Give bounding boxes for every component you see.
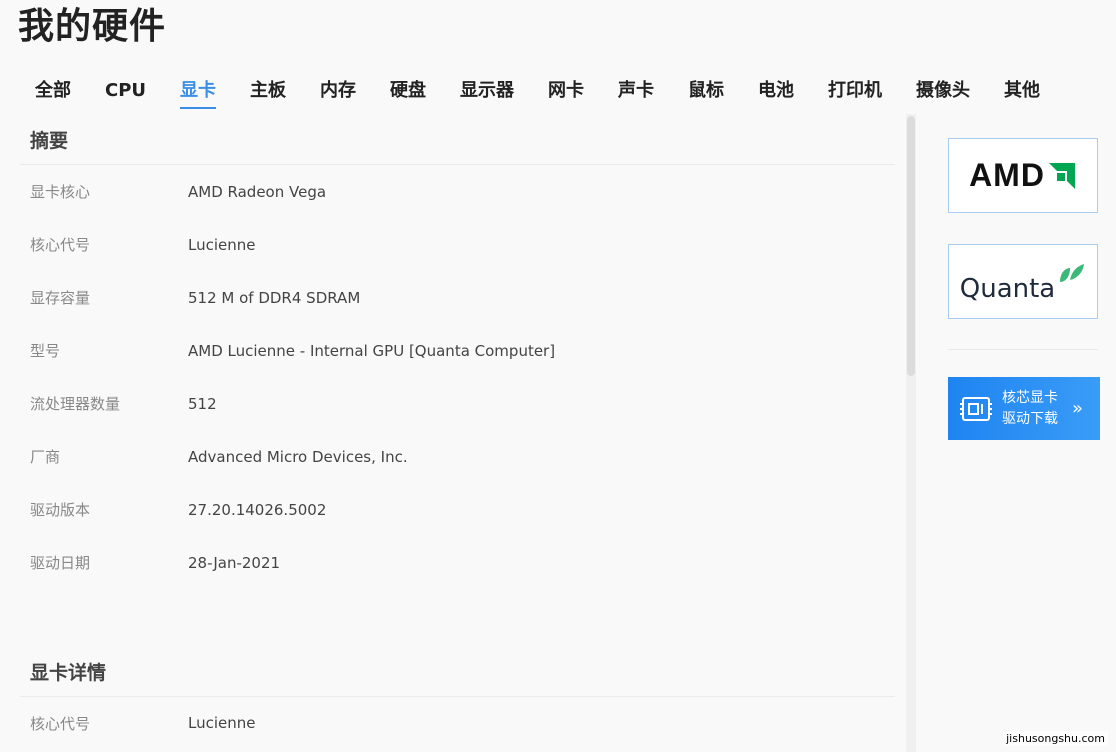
tab-camera[interactable]: 摄像头 — [899, 78, 987, 104]
tab-graphics[interactable]: 显卡 — [163, 78, 233, 109]
tab-memory[interactable]: 内存 — [303, 78, 373, 104]
tab-printer[interactable]: 打印机 — [811, 78, 899, 104]
info-value: AMD Lucienne - Internal GPU [Quanta Comp… — [188, 341, 556, 360]
info-row: 型号 AMD Lucienne - Internal GPU [Quanta C… — [20, 324, 895, 377]
info-row: 驱动版本 27.20.14026.5002 — [20, 483, 895, 536]
promo-line1: 核芯显卡 — [1002, 389, 1058, 406]
info-label: 驱动日期 — [30, 554, 91, 572]
summary-section: 摘要 显卡核心 AMD Radeon Vega 核心代号 Lucienne 显存… — [20, 118, 895, 589]
section-title-summary: 摘要 — [20, 118, 895, 165]
hardware-page: 我的硬件 全部 CPU 显卡 主板 内存 硬盘 显示器 网卡 声卡 鼠标 电池 … — [0, 0, 1116, 752]
info-row: 驱动日期 28-Jan-2021 — [20, 536, 895, 589]
tab-cpu[interactable]: CPU — [88, 78, 163, 104]
quanta-logo: Quanta — [960, 260, 1086, 304]
info-label: 厂商 — [30, 448, 61, 466]
info-label: 显存容量 — [30, 289, 91, 307]
main-content: 摘要 显卡核心 AMD Radeon Vega 核心代号 Lucienne 显存… — [20, 118, 895, 752]
tab-sound[interactable]: 声卡 — [601, 78, 671, 104]
info-label: 流处理器数量 — [30, 395, 121, 413]
info-label: 驱动版本 — [30, 501, 91, 519]
sidebar-divider — [948, 349, 1098, 350]
tab-mouse[interactable]: 鼠标 — [671, 78, 741, 104]
tab-network[interactable]: 网卡 — [531, 78, 601, 104]
igpu-driver-download-button[interactable]: 核芯显卡 驱动下载 » — [948, 377, 1100, 440]
info-row: 显存容量 512 M of DDR4 SDRAM — [20, 271, 895, 324]
page-title: 我的硬件 — [18, 6, 167, 47]
scrollbar-track[interactable] — [906, 114, 916, 752]
sidebar: AMD Quanta 核芯显卡 驱动下载 » — [948, 138, 1100, 440]
section-title-details: 显卡详情 — [20, 650, 895, 697]
info-value: Advanced Micro Devices, Inc. — [188, 447, 408, 466]
amd-arrow-icon — [1048, 162, 1075, 189]
details-section: 显卡详情 核心代号 Lucienne — [20, 650, 895, 749]
promo-text: 核芯显卡 驱动下载 — [1002, 388, 1058, 430]
info-value: Lucienne — [188, 235, 256, 254]
category-tabs: 全部 CPU 显卡 主板 内存 硬盘 显示器 网卡 声卡 鼠标 电池 打印机 摄… — [18, 78, 1057, 114]
info-row: 厂商 Advanced Micro Devices, Inc. — [20, 430, 895, 483]
info-value: 512 M of DDR4 SDRAM — [188, 288, 361, 307]
amd-logo-text: AMD — [969, 157, 1045, 193]
info-value: AMD Radeon Vega — [188, 182, 327, 201]
amd-logo-card[interactable]: AMD — [948, 138, 1098, 213]
tab-motherboard[interactable]: 主板 — [233, 78, 303, 104]
quanta-logo-text: Quanta — [959, 273, 1056, 304]
info-row: 显卡核心 AMD Radeon Vega — [20, 165, 895, 218]
tab-battery[interactable]: 电池 — [741, 78, 811, 104]
scrollbar-thumb[interactable] — [907, 116, 915, 376]
leaf-icon — [1060, 263, 1085, 282]
info-label: 核心代号 — [30, 236, 91, 254]
info-value: 512 — [188, 394, 217, 413]
watermark: jishusongshu.com — [1003, 731, 1108, 746]
info-label: 显卡核心 — [30, 183, 91, 201]
info-value: 28-Jan-2021 — [188, 553, 281, 572]
info-row: 流处理器数量 512 — [20, 377, 895, 430]
tab-all[interactable]: 全部 — [18, 78, 88, 104]
info-value: Lucienne — [188, 714, 256, 732]
info-row: 核心代号 Lucienne — [20, 218, 895, 271]
info-value: 27.20.14026.5002 — [188, 500, 327, 519]
info-label: 核心代号 — [30, 714, 91, 733]
tab-other[interactable]: 其他 — [987, 78, 1057, 104]
tab-disk[interactable]: 硬盘 — [373, 78, 443, 104]
promo-line2: 驱动下载 — [1002, 410, 1058, 427]
double-chevron-right-icon: » — [1072, 398, 1084, 419]
tab-monitor[interactable]: 显示器 — [443, 78, 531, 104]
amd-logo: AMD — [969, 157, 1077, 194]
gpu-chip-icon — [960, 396, 992, 421]
info-row: 核心代号 Lucienne — [20, 697, 895, 749]
quanta-logo-card[interactable]: Quanta — [948, 244, 1098, 319]
info-label: 型号 — [30, 342, 61, 360]
